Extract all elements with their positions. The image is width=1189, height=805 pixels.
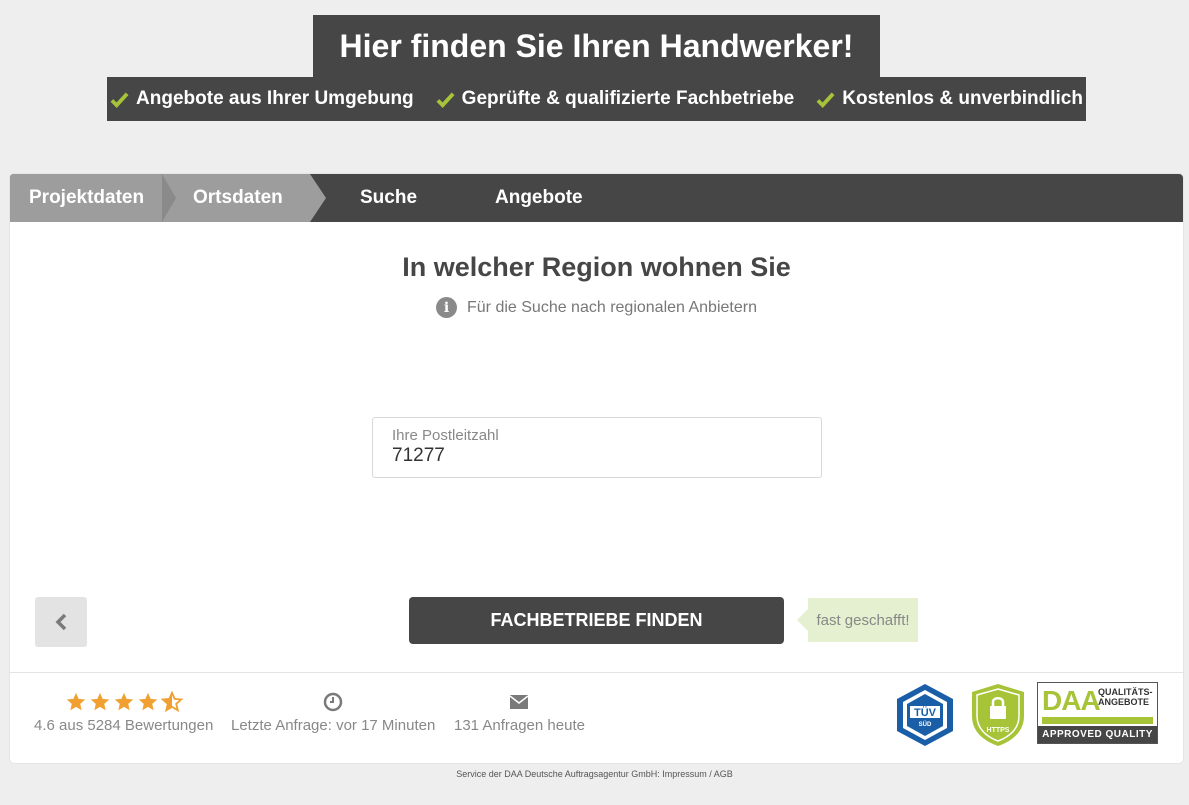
service-footer[interactable]: Service der DAA Deutsche Auftragsagentur… [0,769,1189,779]
requests-today-stat: 131 Anfragen heute [454,690,585,734]
tuv-badge: TÜV SÜD [892,682,958,753]
daa-stripe [1042,717,1153,724]
step-angebote: Angebote [495,187,583,208]
https-text: HTTPS [987,727,1010,734]
daa-quality-line-2: ANGEBOTE [1098,697,1150,707]
step-projektdaten[interactable]: Projektdaten [10,174,162,222]
star-half-icon [160,690,183,712]
postcode-field[interactable]: Ihre Postleitzahl [372,417,822,478]
checkmark-icon [436,92,455,108]
usp-label: Kostenlos & unverbindlich [842,88,1083,109]
hint-text: Für die Suche nach regionalen Anbietern [467,298,757,316]
progress-note: fast geschafft! [797,598,918,642]
chevron-left-icon [55,613,67,631]
step-navigation: Projektdaten Ortsdaten Suche Angebote [10,174,1183,222]
back-button[interactable] [35,597,87,647]
rating-stat: 4.6 aus 5284 Bewertungen [34,690,213,734]
info-icon: i [436,297,457,318]
usp-item: Kostenlos & unverbindlich [816,88,1083,110]
tuv-text: TÜV [914,706,937,719]
star-icon [138,692,157,710]
usp-label: Angebote aus Ihrer Umgebung [136,88,414,109]
rating-text: 4.6 aus 5284 Bewertungen [34,717,214,734]
step-separator [162,174,176,222]
usp-bar: Angebote aus Ihrer Umgebung Geprüfte & q… [107,77,1086,121]
step-suche: Suche [360,187,418,208]
postcode-label: Ihre Postleitzahl [392,427,499,444]
last-request-stat: Letzte Anfrage: vor 17 Minuten [231,690,435,734]
page-title: Hier finden Sie Ihren Handwerker! [313,15,880,77]
daa-quality-label: QUALITÄTS- ANGEBOTE [1098,687,1153,707]
step-ortsdaten[interactable]: Ortsdaten [162,174,310,222]
step-separator [310,174,326,222]
wizard-card: Projektdaten Ortsdaten Suche Angebote In… [10,174,1183,763]
star-icon [114,692,133,710]
tuv-sub-text: SÜD [919,721,932,728]
requests-today-text: 131 Anfragen heute [454,717,585,734]
divider [10,672,1183,673]
postcode-input[interactable] [392,445,792,467]
usp-item: Angebote aus Ihrer Umgebung [110,88,414,110]
usp-item: Geprüfte & qualifizierte Fachbetriebe [436,88,795,110]
star-icon [90,692,109,710]
usp-label: Geprüfte & qualifizierte Fachbetriebe [461,88,795,109]
question-hint: i Für die Suche nach regionalen Anbieter… [10,297,1183,318]
daa-approved-label: APPROVED QUALITY [1038,726,1157,743]
clock-icon [323,690,343,713]
envelope-icon [509,690,529,713]
daa-badge: DAA QUALITÄTS- ANGEBOTE APPROVED QUALITY [1037,682,1158,744]
find-companies-button[interactable]: FACHBETRIEBE FINDEN [409,597,784,644]
https-badge: HTTPS [968,682,1028,753]
checkmark-icon [110,92,129,108]
question-title: In welcher Region wohnen Sie [402,252,791,282]
rating-stars [65,690,183,713]
last-request-text: Letzte Anfrage: vor 17 Minuten [231,717,436,734]
daa-logo: DAA [1042,685,1101,716]
daa-quality-line-1: QUALITÄTS- [1098,687,1153,697]
checkmark-icon [816,92,835,108]
star-icon [66,692,85,710]
